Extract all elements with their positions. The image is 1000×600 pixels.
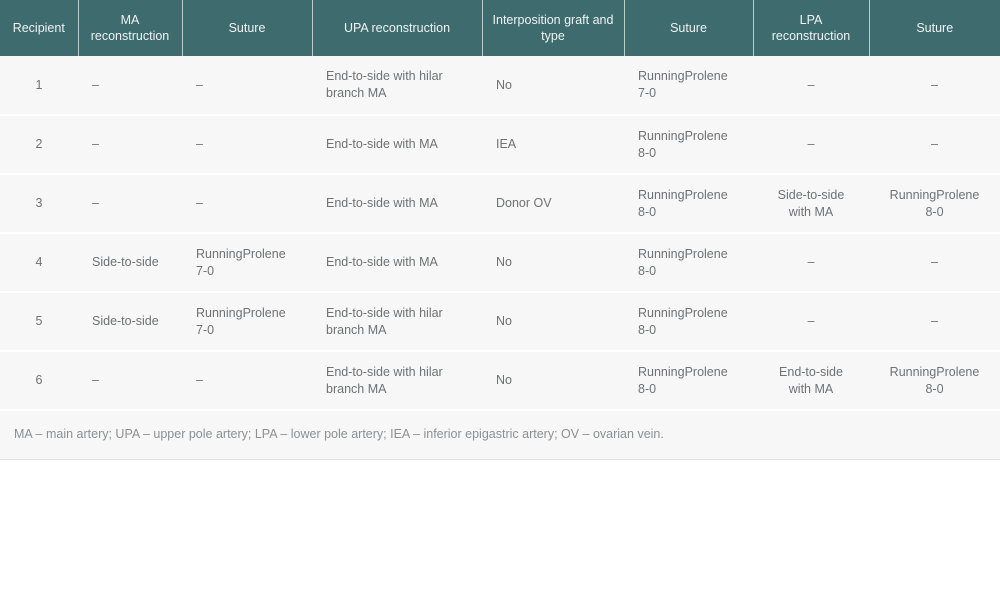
cell-ma-suture: RunningProlene 7-0 [182, 233, 312, 292]
cell-lpa-suture: – [869, 56, 1000, 115]
suture-size: – [196, 77, 203, 92]
suture-size: – [196, 137, 203, 151]
suture-name: RunningProlene [638, 187, 728, 202]
cell-upa-suture: RunningProlene 8-0 [624, 233, 753, 292]
column-header-ma-reconstruction: MA reconstruction [78, 0, 183, 56]
suture-size: 8-0 [925, 381, 944, 396]
cell-lpa-reconstruction: – [807, 314, 815, 328]
suture-size: 7-0 [196, 263, 215, 278]
suture-name: RunningProlene [638, 246, 728, 261]
column-header-lpa-reconstruction: LPA reconstruction [753, 0, 870, 56]
table-row: 5 Side-to-side RunningProlene 7-0 End-to… [0, 292, 1000, 351]
cell-ma-suture: – [182, 351, 312, 410]
column-header-recipient: Recipient [0, 0, 79, 56]
cell-upa-suture: RunningProlene 8-0 [624, 351, 753, 410]
cell-recipient: 1 [35, 77, 43, 92]
column-header-ma-suture: Suture [182, 0, 313, 56]
cell-lpa-reconstruction: Side-to-side with MA [777, 187, 845, 219]
suture-size: 8-0 [638, 145, 657, 160]
cell-lpa-suture: RunningProlene 8-0 [869, 174, 1000, 233]
cell-recipient: 5 [35, 314, 43, 328]
cell-recipient: 2 [35, 137, 43, 151]
cell-ma-suture: RunningProlene 7-0 [182, 292, 312, 351]
column-header-upa-reconstruction: UPA reconstruction [312, 0, 483, 56]
cell-upa-suture: RunningProlene 7-0 [624, 56, 753, 115]
table-row: 6 – – End-to-side with hilar branch MA N… [0, 351, 1000, 410]
suture-size: 8-0 [638, 263, 657, 278]
cell-lpa-reconstruction: End-to-side with MA [779, 364, 843, 396]
table-header: Recipient MA reconstruction Suture UPA r… [0, 0, 1000, 56]
cell-upa-reconstruction: End-to-side with MA [326, 196, 438, 210]
table-row: 1 – – End-to-side with hilar branch MA N… [0, 56, 1000, 115]
cell-ma-reconstruction: – [92, 77, 99, 92]
suture-size: – [931, 77, 938, 92]
column-header-interposition-graft: Interposition graft and type [482, 0, 625, 56]
table-row: 2 – – End-to-side with MA IEA RunningPro… [0, 115, 1000, 174]
cell-upa-reconstruction: End-to-side with MA [326, 255, 438, 269]
cell-lpa-reconstruction: – [807, 77, 815, 92]
table-footnote: MA – main artery; UPA – upper pole arter… [0, 409, 1000, 460]
table-body: 1 – – End-to-side with hilar branch MA N… [0, 56, 1000, 410]
suture-size: 7-0 [196, 322, 215, 337]
cell-lpa-suture: – [869, 233, 1000, 292]
suture-size: – [931, 314, 938, 328]
suture-size: 7-0 [638, 86, 657, 100]
cell-lpa-suture: – [869, 292, 1000, 351]
suture-name: RunningProlene [638, 128, 728, 143]
cell-ma-reconstruction: Side-to-side [92, 255, 159, 269]
suture-size: 8-0 [638, 204, 657, 219]
suture-size: 8-0 [638, 381, 657, 396]
suture-name: RunningProlene [196, 246, 286, 261]
cell-ma-suture: – [182, 115, 312, 174]
cell-ma-suture: – [182, 56, 312, 115]
footnote-row: MA – main artery; UPA – upper pole arter… [0, 409, 1000, 460]
vascular-reconstruction-table: Recipient MA reconstruction Suture UPA r… [0, 0, 1000, 460]
suture-name: RunningProlene [889, 187, 980, 202]
cell-upa-suture: RunningProlene 8-0 [624, 115, 753, 174]
cell-interposition-graft: IEA [496, 137, 517, 151]
column-header-upa-suture: Suture [624, 0, 754, 56]
suture-size: 8-0 [925, 204, 944, 219]
cell-interposition-graft: No [496, 255, 512, 269]
cell-ma-suture: – [182, 174, 312, 233]
table-footer: MA – main artery; UPA – upper pole arter… [0, 409, 1000, 460]
suture-size: – [196, 196, 203, 210]
suture-name: RunningProlene [638, 305, 728, 320]
cell-interposition-graft: No [496, 314, 512, 328]
cell-upa-reconstruction: End-to-side with hilar branch MA [326, 69, 443, 100]
cell-interposition-graft: No [496, 373, 512, 387]
cell-upa-suture: RunningProlene 8-0 [624, 292, 753, 351]
suture-size: – [931, 137, 938, 151]
cell-lpa-reconstruction: – [807, 137, 815, 151]
suture-name: RunningProlene [638, 69, 728, 83]
cell-lpa-suture: RunningProlene 8-0 [869, 351, 1000, 410]
cell-ma-reconstruction: – [92, 373, 99, 387]
cell-lpa-reconstruction: – [807, 255, 815, 269]
cell-upa-reconstruction: End-to-side with hilar branch MA [326, 364, 443, 396]
cell-ma-reconstruction: Side-to-side [92, 314, 159, 328]
cell-upa-reconstruction: End-to-side with hilar branch MA [326, 305, 443, 337]
cell-interposition-graft: Donor OV [496, 196, 552, 210]
cell-recipient: 6 [35, 373, 43, 387]
suture-size: – [931, 255, 938, 269]
suture-size: – [196, 373, 203, 387]
suture-name: RunningProlene [889, 364, 980, 379]
header-row: Recipient MA reconstruction Suture UPA r… [0, 0, 1000, 56]
cell-interposition-graft: No [496, 77, 512, 92]
cell-lpa-suture: – [869, 115, 1000, 174]
cell-ma-reconstruction: – [92, 196, 99, 210]
cell-ma-reconstruction: – [92, 137, 99, 151]
suture-name: RunningProlene [196, 305, 286, 320]
cell-upa-suture: RunningProlene 8-0 [624, 174, 753, 233]
cell-recipient: 4 [35, 255, 43, 269]
cell-upa-reconstruction: End-to-side with MA [326, 137, 438, 151]
table-row: 4 Side-to-side RunningProlene 7-0 End-to… [0, 233, 1000, 292]
table-row: 3 – – End-to-side with MA Donor OV Runni… [0, 174, 1000, 233]
suture-name: RunningProlene [638, 364, 728, 379]
table-container: Recipient MA reconstruction Suture UPA r… [0, 0, 1000, 460]
column-header-lpa-suture: Suture [916, 21, 954, 35]
cell-recipient: 3 [35, 196, 43, 210]
suture-size: 8-0 [638, 322, 657, 337]
